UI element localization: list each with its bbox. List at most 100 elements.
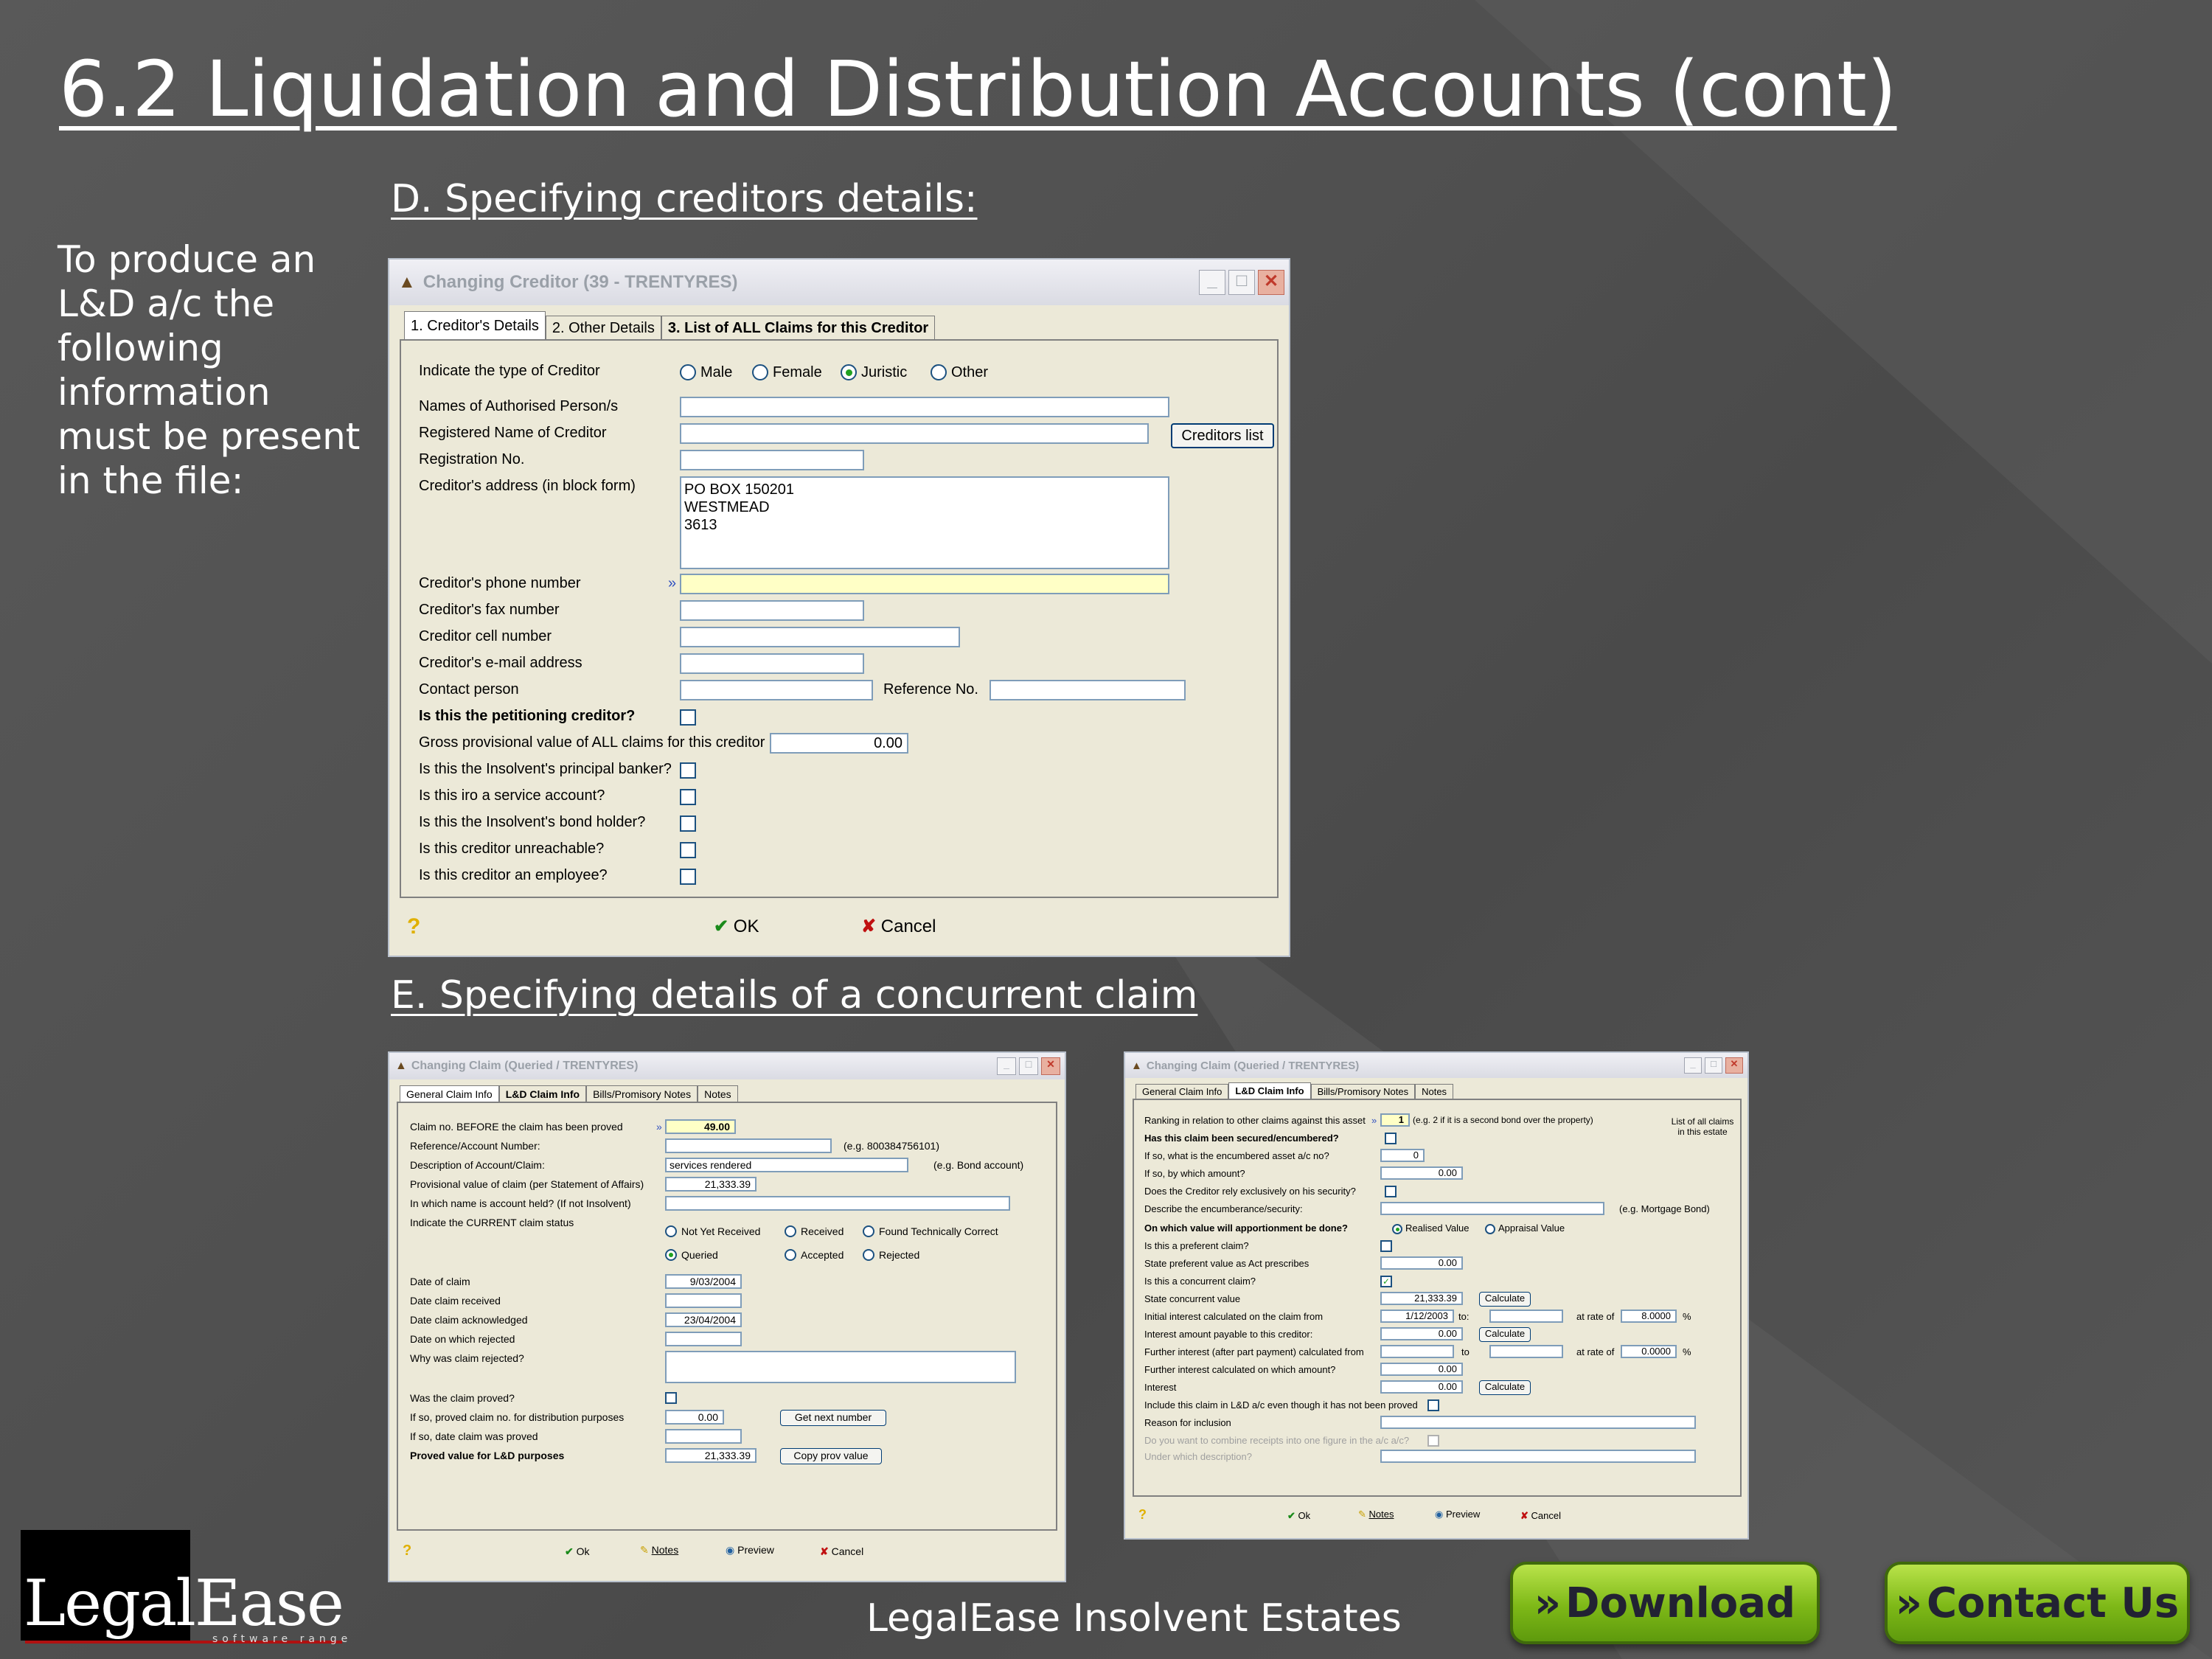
email-input[interactable]: [680, 653, 864, 674]
initint-from-input[interactable]: 1/12/2003: [1380, 1310, 1454, 1323]
cancel-button[interactable]: ✘ Cancel: [820, 1545, 863, 1558]
accname-input[interactable]: [665, 1196, 1010, 1211]
ok-button[interactable]: ✔ OK: [714, 916, 759, 937]
further-to-input[interactable]: [1489, 1345, 1563, 1358]
regno-input[interactable]: [680, 450, 864, 470]
preview-button[interactable]: ◉ Preview: [1435, 1509, 1480, 1520]
amount-input[interactable]: 0.00: [1380, 1166, 1463, 1180]
calculate-int-button[interactable]: Calculate: [1479, 1327, 1531, 1342]
employee-checkbox[interactable]: [680, 869, 696, 885]
close-icon[interactable]: ✕: [1258, 270, 1284, 295]
fax-input[interactable]: [680, 600, 864, 621]
intpay-input[interactable]: 0.00: [1380, 1327, 1463, 1340]
rejected-date-input[interactable]: [665, 1332, 742, 1346]
radio-rejected[interactable]: [863, 1249, 874, 1261]
further-from-input[interactable]: [1380, 1345, 1454, 1358]
prefval-input[interactable]: 0.00: [1380, 1256, 1463, 1270]
help-icon[interactable]: ?: [403, 1543, 411, 1559]
furtheramt-input[interactable]: 0.00: [1380, 1363, 1463, 1376]
radio-not-yet-received[interactable]: [665, 1225, 677, 1237]
tab-ld-claim-info[interactable]: L&D Claim Info: [1228, 1082, 1311, 1100]
tab-creditors-details[interactable]: 1. Creditor's Details: [404, 311, 546, 341]
petition-checkbox[interactable]: [680, 709, 696, 726]
tab-ld-claim-info[interactable]: L&D Claim Info: [498, 1085, 587, 1103]
concval-input[interactable]: 21,333.39: [1380, 1292, 1463, 1305]
contact-us-button[interactable]: » Contact Us: [1885, 1562, 2190, 1644]
gross-input[interactable]: 0.00: [770, 733, 908, 754]
rate2-input[interactable]: 0.0000: [1621, 1345, 1677, 1358]
initint-to-input[interactable]: [1489, 1310, 1563, 1323]
help-icon[interactable]: ?: [1138, 1507, 1147, 1523]
radio-juristic[interactable]: [841, 364, 857, 380]
tab-bills-notes[interactable]: Bills/Promisory Notes: [586, 1085, 698, 1103]
contact-input[interactable]: [680, 680, 873, 700]
address-textarea[interactable]: PO BOX 150201 WESTMEAD 3613: [680, 476, 1169, 569]
maximize-icon[interactable]: □: [1019, 1057, 1038, 1075]
tab-other-details[interactable]: 2. Other Details: [545, 316, 661, 341]
list-all-claims-link[interactable]: List of all claims in this estate: [1669, 1116, 1736, 1137]
reference-input[interactable]: [990, 680, 1186, 700]
notes-button[interactable]: ✎ Notes: [640, 1544, 678, 1557]
ok-button[interactable]: ✔ Ok: [1287, 1510, 1310, 1522]
ok-button[interactable]: ✔ Ok: [565, 1545, 590, 1558]
minimize-icon[interactable]: _: [997, 1057, 1016, 1075]
proved-checkbox[interactable]: [665, 1392, 677, 1404]
close-icon[interactable]: ✕: [1725, 1057, 1743, 1074]
tab-list-claims[interactable]: 3. List of ALL Claims for this Creditor: [661, 316, 936, 341]
banker-checkbox[interactable]: [680, 762, 696, 779]
pref-checkbox[interactable]: [1380, 1240, 1392, 1252]
conc-checkbox[interactable]: ✓: [1380, 1276, 1392, 1287]
radio-other[interactable]: [931, 364, 947, 380]
phone-input[interactable]: [680, 574, 1169, 594]
ref-input[interactable]: [665, 1138, 832, 1153]
minimize-icon[interactable]: _: [1684, 1057, 1702, 1074]
under-input[interactable]: [1380, 1450, 1696, 1463]
encac-input[interactable]: 0: [1380, 1149, 1425, 1162]
prov-input[interactable]: 21,333.39: [665, 1177, 757, 1192]
minimize-icon[interactable]: _: [1199, 270, 1225, 295]
reason-input[interactable]: [1380, 1416, 1696, 1429]
preview-button[interactable]: ◉ Preview: [726, 1544, 774, 1557]
interest-input[interactable]: 0.00: [1380, 1380, 1463, 1394]
calculate-conc-button[interactable]: Calculate: [1479, 1292, 1531, 1307]
provedno-input[interactable]: 0.00: [665, 1410, 724, 1425]
copy-prov-value-button[interactable]: Copy prov value: [780, 1448, 882, 1464]
tab-general-claim-info[interactable]: General Claim Info: [400, 1085, 499, 1103]
radio-appraisal-value[interactable]: [1485, 1224, 1495, 1234]
notes-button[interactable]: ✎ Notes: [1358, 1509, 1394, 1520]
bond-checkbox[interactable]: [680, 815, 696, 832]
window-titlebar[interactable]: ▲ Changing Claim (Queried / TRENTYRES) _…: [1125, 1053, 1747, 1078]
ack-input[interactable]: 23/04/2004: [665, 1312, 742, 1327]
creditors-list-button[interactable]: Creditors list: [1171, 423, 1274, 448]
cancel-button[interactable]: ✘ Cancel: [1520, 1510, 1561, 1522]
window-titlebar[interactable]: ▲ Changing Creditor (39 - TRENTYRES) _ □ ✕: [389, 260, 1289, 305]
claimno-input[interactable]: 49.00: [665, 1119, 736, 1134]
close-icon[interactable]: ✕: [1041, 1057, 1060, 1075]
radio-realised-value[interactable]: [1392, 1224, 1402, 1234]
calculate-interest-button[interactable]: Calculate: [1479, 1380, 1531, 1395]
download-button[interactable]: » Download: [1510, 1562, 1820, 1644]
help-icon[interactable]: ?: [407, 914, 420, 939]
radio-received[interactable]: [785, 1225, 796, 1237]
tab-notes[interactable]: Notes: [1415, 1084, 1454, 1100]
tab-general-claim-info[interactable]: General Claim Info: [1135, 1084, 1229, 1100]
combine-checkbox[interactable]: [1427, 1435, 1439, 1447]
maximize-icon[interactable]: □: [1228, 270, 1255, 295]
cancel-button[interactable]: ✘ Cancel: [861, 916, 936, 937]
desc-input[interactable]: services rendered: [665, 1158, 908, 1172]
service-checkbox[interactable]: [680, 789, 696, 805]
radio-technically-correct[interactable]: [863, 1225, 874, 1237]
date-input[interactable]: 9/03/2004: [665, 1274, 742, 1289]
proveddate-input[interactable]: [665, 1429, 742, 1444]
rely-checkbox[interactable]: [1385, 1186, 1397, 1197]
get-next-number-button[interactable]: Get next number: [780, 1410, 886, 1426]
provedval-input[interactable]: 21,333.39: [665, 1448, 757, 1463]
rate1-input[interactable]: 8.0000: [1621, 1310, 1677, 1323]
radio-female[interactable]: [752, 364, 768, 380]
authorised-input[interactable]: [680, 397, 1169, 417]
tab-bills-notes[interactable]: Bills/Promisory Notes: [1310, 1084, 1416, 1100]
tab-notes[interactable]: Notes: [698, 1085, 738, 1103]
window-titlebar[interactable]: ▲ Changing Claim (Queried / TRENTYRES) _…: [389, 1053, 1065, 1079]
radio-male[interactable]: [680, 364, 696, 380]
maximize-icon[interactable]: □: [1705, 1057, 1722, 1074]
